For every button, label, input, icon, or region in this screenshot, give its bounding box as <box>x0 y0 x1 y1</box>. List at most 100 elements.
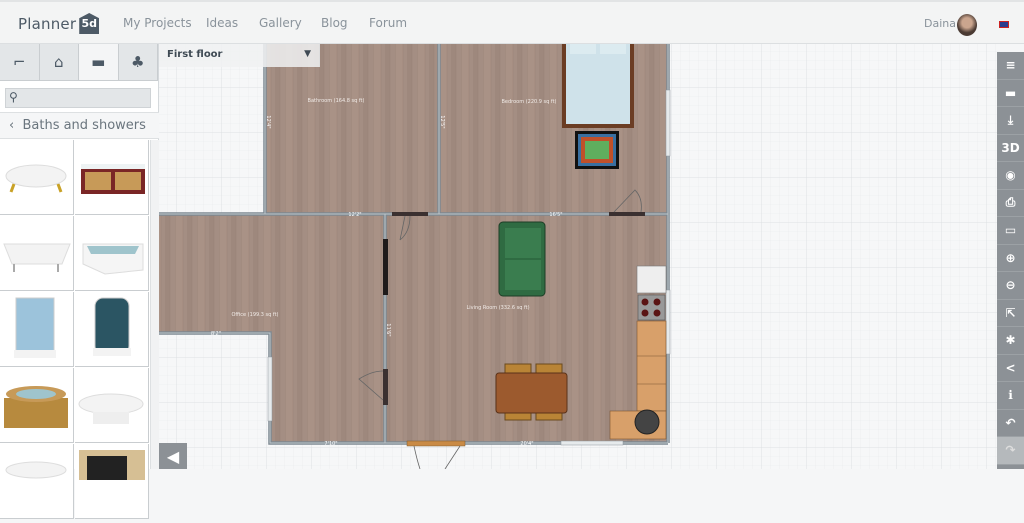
chevron-left-icon: ‹ <box>9 118 15 133</box>
redo-icon: ↷ <box>1005 443 1016 458</box>
folder-icon: ▬ <box>1004 85 1017 100</box>
catalog-scrollbar[interactable] <box>150 140 159 469</box>
share-icon: < <box>1005 360 1016 375</box>
door[interactable] <box>609 212 645 216</box>
catalog-item-square-shower[interactable] <box>0 292 74 367</box>
settings-icon: ✱ <box>1005 333 1016 348</box>
menu-button[interactable]: ≡ <box>997 52 1024 80</box>
open-project-button[interactable]: ▬ <box>997 80 1024 107</box>
category-back-button[interactable]: ‹ Baths and showers <box>0 112 159 139</box>
dining-table[interactable] <box>495 363 568 421</box>
tree-icon: ♣ <box>131 53 145 71</box>
ruler-button[interactable]: ▭ <box>997 217 1024 245</box>
room-label-bathroom[interactable]: Bathroom (164.8 sq ft) <box>308 98 365 104</box>
menu-icon: ≡ <box>1005 58 1016 73</box>
floor-plan-icon: ⌐ <box>12 53 26 71</box>
front-door[interactable] <box>406 440 466 447</box>
logo-text: Planner <box>18 14 77 33</box>
nav-forum[interactable]: Forum <box>369 16 407 30</box>
category-title: Baths and showers <box>22 118 146 133</box>
window[interactable] <box>383 239 388 295</box>
avatar[interactable] <box>957 14 977 36</box>
room-label-office[interactable]: Office (199.3 sq ft) <box>232 312 279 318</box>
collapse-panel-button[interactable]: ◀ <box>159 443 187 469</box>
ruler-icon: ▭ <box>1004 223 1017 238</box>
catalog-item-shower-cabin[interactable] <box>75 444 149 519</box>
floor-plan-canvas[interactable]: Bathroom (164.8 sq ft) Bedroom (220.9 sq… <box>159 44 1000 470</box>
room-label-bedroom[interactable]: Bedroom (220.9 sq ft) <box>501 99 556 105</box>
door[interactable] <box>392 212 428 216</box>
window[interactable] <box>560 440 624 446</box>
floor-select-value: First floor <box>167 49 223 60</box>
zoom-out-button[interactable]: ⊖ <box>997 272 1024 300</box>
wall-length: 16'5" <box>549 212 562 218</box>
share-button[interactable]: < <box>997 355 1024 382</box>
house-icon: ⌂ <box>53 53 64 71</box>
settings-button[interactable]: ✱ <box>997 327 1024 355</box>
catalog-item-rounded-shower[interactable] <box>75 292 149 367</box>
window[interactable] <box>267 356 273 422</box>
tab-construction[interactable]: ⌂ <box>39 44 79 80</box>
right-toolbar: ≡ ▬ ⤓ 3D ◉ ⎙ ▭ ⊕ ⊖ ⇱ ✱ < ℹ ↶ ↷ <box>997 52 1024 469</box>
zoom-in-button[interactable]: ⊕ <box>997 245 1024 272</box>
room-label-living-room[interactable]: Living Room (332.6 sq ft) <box>466 305 529 311</box>
3d-view-button[interactable]: 3D <box>997 135 1024 162</box>
fullscreen-button[interactable]: ⇱ <box>997 300 1024 327</box>
top-header: Planner 5d My Projects Ideas Gallery Blo… <box>0 0 1024 44</box>
print-button[interactable]: ⎙ <box>997 190 1024 217</box>
nav-ideas[interactable]: Ideas <box>206 16 238 30</box>
camera-icon: ◉ <box>1005 168 1016 183</box>
wall-length: 12'5" <box>439 115 445 128</box>
catalog-item-freestanding-bathtub[interactable] <box>0 216 74 291</box>
nav-blog[interactable]: Blog <box>321 16 348 30</box>
uk-flag-icon[interactable] <box>999 21 1009 28</box>
info-button[interactable]: ℹ <box>997 382 1024 410</box>
arrow-left-icon: ◀ <box>166 446 180 466</box>
sofa[interactable] <box>498 221 546 297</box>
search-input[interactable]: ⚲ <box>5 88 151 108</box>
catalog-item-corner-bathtub[interactable] <box>75 216 149 291</box>
bed[interactable] <box>562 44 634 128</box>
wall-length: 20'4" <box>520 441 533 447</box>
wall-length: 12'4" <box>265 115 271 128</box>
floor-select[interactable]: First floor ▼ <box>159 44 320 67</box>
rug[interactable] <box>575 131 619 169</box>
print-icon: ⎙ <box>1005 195 1016 210</box>
zoom-out-icon: ⊖ <box>1005 278 1016 293</box>
fullscreen-icon: ⇱ <box>1005 305 1016 320</box>
catalog-item-wooden-hot-tub[interactable] <box>0 368 74 443</box>
floor-plan[interactable]: Bathroom (164.8 sq ft) Bedroom (220.9 sq… <box>159 44 1000 470</box>
catalog-item-pedestal-bathtub[interactable] <box>75 368 149 443</box>
info-icon: ℹ <box>1008 388 1013 403</box>
sofa-icon: ▬ <box>91 53 106 71</box>
search-icon: ⚲ <box>9 90 18 104</box>
nav-my-projects[interactable]: My Projects <box>123 16 192 30</box>
undo-icon: ↶ <box>1005 415 1016 430</box>
undo-button[interactable]: ↶ <box>997 410 1024 437</box>
chevron-down-icon: ▼ <box>304 49 311 59</box>
wall-length: 12'2" <box>348 212 361 218</box>
window[interactable] <box>665 89 671 157</box>
catalog-item-paneled-bathtub[interactable] <box>75 140 149 215</box>
wall-length: 8'2" <box>211 331 221 337</box>
tab-furniture[interactable]: ▬ <box>79 44 119 80</box>
nav-gallery[interactable]: Gallery <box>259 16 302 30</box>
user-name[interactable]: Daina <box>924 17 956 30</box>
planner5d-logo[interactable]: Planner 5d <box>18 13 100 34</box>
zoom-in-icon: ⊕ <box>1005 250 1016 265</box>
wall-length: 11'6" <box>385 323 391 336</box>
redo-button[interactable]: ↷ <box>997 437 1024 465</box>
wall-length: 7'10" <box>324 441 337 447</box>
catalog-item-clawfoot-bathtub[interactable] <box>0 140 74 215</box>
snapshot-button[interactable]: ◉ <box>997 162 1024 190</box>
door[interactable] <box>383 369 388 405</box>
tab-rooms[interactable]: ⌐ <box>0 44 40 80</box>
download-icon: ⤓ <box>1007 112 1014 127</box>
window[interactable] <box>665 289 671 355</box>
catalog-panel: ⌐ ⌂ ▬ ♣ ⚲ ‹ Baths and showers <box>0 44 159 519</box>
catalog-item-bathtub[interactable] <box>0 444 74 519</box>
logo-badge: 5d <box>79 13 100 34</box>
download-button[interactable]: ⤓ <box>997 107 1024 135</box>
3d-icon: 3D <box>1001 140 1020 155</box>
tab-exterior[interactable]: ♣ <box>118 44 158 80</box>
